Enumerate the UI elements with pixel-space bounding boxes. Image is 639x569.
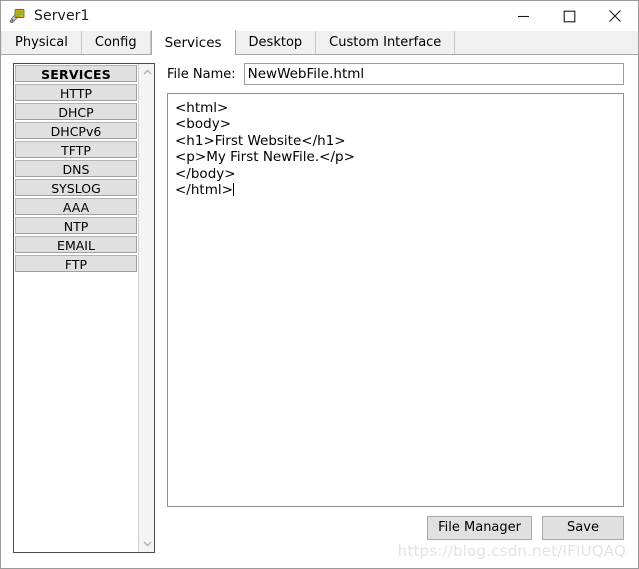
filename-label: File Name:: [167, 66, 236, 82]
maximize-icon: [563, 10, 575, 22]
save-button[interactable]: Save: [542, 516, 624, 540]
tab-config[interactable]: Config: [81, 31, 151, 54]
services-sidebar: SERVICES HTTP DHCP DHCPv6 TFTP DNS SYSLO…: [13, 63, 155, 553]
sidebar-item-dhcp[interactable]: DHCP: [15, 103, 137, 120]
sidebar-item-http[interactable]: HTTP: [15, 84, 137, 101]
sidebar-scrollbar[interactable]: [138, 64, 154, 552]
tab-services[interactable]: Services: [150, 30, 236, 55]
sidebar-item-ntp[interactable]: NTP: [15, 217, 137, 234]
sidebar-item-ftp-label: FTP: [64, 257, 88, 272]
tab-config-label: Config: [94, 35, 137, 50]
tab-custom-interface-label: Custom Interface: [329, 35, 442, 50]
sidebar-item-dhcpv6[interactable]: DHCPv6: [15, 122, 137, 139]
close-button[interactable]: [592, 1, 638, 31]
sidebar-item-dns-label: DNS: [62, 162, 90, 177]
window-title: Server1: [34, 8, 90, 24]
sidebar-item-email[interactable]: EMAIL: [15, 236, 137, 253]
services-list: SERVICES HTTP DHCP DHCPv6 TFTP DNS SYSLO…: [14, 64, 138, 552]
sidebar-item-tftp[interactable]: TFTP: [15, 141, 137, 158]
chevron-down-icon[interactable]: [139, 536, 155, 552]
sidebar-item-syslog[interactable]: SYSLOG: [15, 179, 137, 196]
services-header-label: SERVICES: [41, 67, 111, 82]
tab-services-label: Services: [164, 35, 222, 51]
http-service-panel: File Name: <html> <body> <h1>First Websi…: [167, 55, 624, 568]
sidebar-item-aaa-label: AAA: [62, 200, 90, 215]
sidebar-item-ftp[interactable]: FTP: [15, 255, 137, 272]
tab-custom-interface[interactable]: Custom Interface: [316, 31, 456, 54]
window-controls: [500, 1, 638, 31]
sidebar-item-dhcpv6-label: DHCPv6: [50, 124, 102, 139]
sidebar-item-dns[interactable]: DNS: [15, 160, 137, 177]
server-properties-window: Server1 Physical Config Services Desktop…: [0, 0, 639, 569]
tab-desktop-label: Desktop: [248, 35, 303, 50]
services-content-area: SERVICES HTTP DHCP DHCPv6 TFTP DNS SYSLO…: [1, 55, 638, 568]
action-button-row: File Manager Save: [427, 516, 624, 540]
text-caret: [232, 183, 234, 197]
filename-row: File Name:: [167, 63, 624, 85]
title-bar: Server1: [1, 1, 638, 31]
save-button-label: Save: [567, 520, 599, 535]
sidebar-item-email-label: EMAIL: [57, 238, 95, 253]
file-manager-button[interactable]: File Manager: [427, 516, 532, 540]
minimize-button[interactable]: [500, 1, 546, 31]
chevron-up-icon[interactable]: [139, 64, 155, 80]
minimize-icon: [517, 15, 529, 17]
tab-desktop[interactable]: Desktop: [235, 31, 317, 54]
sidebar-item-syslog-label: SYSLOG: [51, 181, 101, 196]
html-code-text: <html> <body> <h1>First Website</h1> <p>…: [175, 100, 355, 199]
tab-bar: Physical Config Services Desktop Custom …: [1, 30, 638, 55]
sidebar-item-tftp-label: TFTP: [61, 143, 91, 158]
sidebar-item-http-label: HTTP: [60, 86, 92, 101]
maximize-button[interactable]: [546, 1, 592, 31]
filename-input[interactable]: [243, 63, 624, 85]
server-device-icon: [9, 7, 27, 25]
sidebar-item-ntp-label: NTP: [63, 219, 89, 234]
close-icon: [609, 10, 621, 22]
tab-physical[interactable]: Physical: [1, 31, 82, 54]
file-manager-button-label: File Manager: [438, 520, 521, 535]
services-list-header: SERVICES: [15, 65, 137, 82]
tab-physical-label: Physical: [15, 35, 68, 50]
sidebar-item-dhcp-label: DHCP: [58, 105, 94, 120]
sidebar-item-aaa[interactable]: AAA: [15, 198, 137, 215]
html-code-editor[interactable]: <html> <body> <h1>First Website</h1> <p>…: [167, 93, 624, 507]
